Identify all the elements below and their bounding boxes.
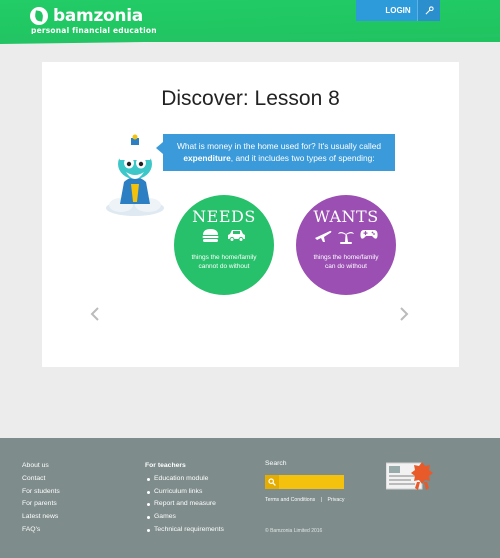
footer-link-education-module[interactable]: Education module — [145, 473, 224, 486]
footer-link-contact[interactable]: Contact — [22, 473, 60, 486]
brand-tagline: personal financial education — [31, 26, 157, 35]
footer-teachers-heading[interactable]: For teachers — [145, 460, 224, 473]
leaf-logo-icon — [30, 7, 48, 25]
footer-link-faq[interactable]: FAQ's — [22, 524, 60, 537]
site-footer: About us Contact For students For parent… — [0, 438, 500, 558]
search-icon[interactable] — [265, 475, 279, 489]
burger-icon — [202, 229, 219, 242]
brand-name: bamzonia — [53, 6, 143, 26]
wants-description: things the home/family can do without — [313, 254, 379, 270]
legal-separator: | — [320, 497, 322, 503]
footer-link-technical[interactable]: Technical requirements — [145, 524, 224, 537]
speech-keyword: expenditure — [183, 153, 231, 163]
wants-circle: WANTS things the home/family can do with… — [296, 195, 396, 295]
lesson-title: Discover: Lesson 8 — [161, 87, 340, 110]
speech-bubble: What is money in the home used for? It's… — [156, 134, 395, 171]
search-label: Search — [265, 460, 287, 467]
privacy-link[interactable]: Privacy — [327, 497, 344, 503]
key-icon[interactable] — [417, 0, 440, 21]
wants-title: WANTS — [313, 207, 379, 226]
quality-mark-badge-icon — [386, 462, 433, 490]
footer-link-curriculum[interactable]: Curriculum links — [145, 486, 224, 499]
footer-links-teachers: For teachers Education module Curriculum… — [145, 460, 224, 537]
speech-text-end: , and it includes two types of spending: — [230, 153, 375, 163]
lesson-card: Discover: Lesson 8 What is money in the … — [42, 62, 459, 367]
legal-links: Terms and Conditions | Privacy — [265, 497, 344, 503]
footer-link-students[interactable]: For students — [22, 486, 60, 499]
gamepad-icon — [360, 230, 378, 239]
previous-arrow-icon[interactable] — [90, 307, 100, 321]
needs-description: things the home/family cannot do without — [191, 254, 257, 270]
footer-link-about[interactable]: About us — [22, 460, 60, 473]
needs-circle: NEEDS things the home/family cannot do w… — [174, 195, 274, 295]
footer-link-news[interactable]: Latest news — [22, 511, 60, 524]
footer-link-parents[interactable]: For parents — [22, 498, 60, 511]
speech-text-start: What is money in the home used for? It's… — [176, 141, 382, 151]
footer-link-games[interactable]: Games — [145, 511, 224, 524]
footer-link-report[interactable]: Report and measure — [145, 498, 224, 511]
airplane-icon — [315, 230, 332, 242]
needs-title: NEEDS — [192, 207, 256, 226]
next-arrow-icon[interactable] — [399, 307, 409, 321]
logo-link[interactable]: bamzonia — [30, 6, 143, 26]
palm-tree-icon — [338, 232, 354, 244]
footer-links-main: About us Contact For students For parent… — [22, 460, 60, 537]
copyright-text: © Bamzonia Limited 2016 — [265, 528, 323, 534]
terms-link[interactable]: Terms and Conditions — [265, 497, 315, 503]
car-icon — [228, 230, 245, 242]
